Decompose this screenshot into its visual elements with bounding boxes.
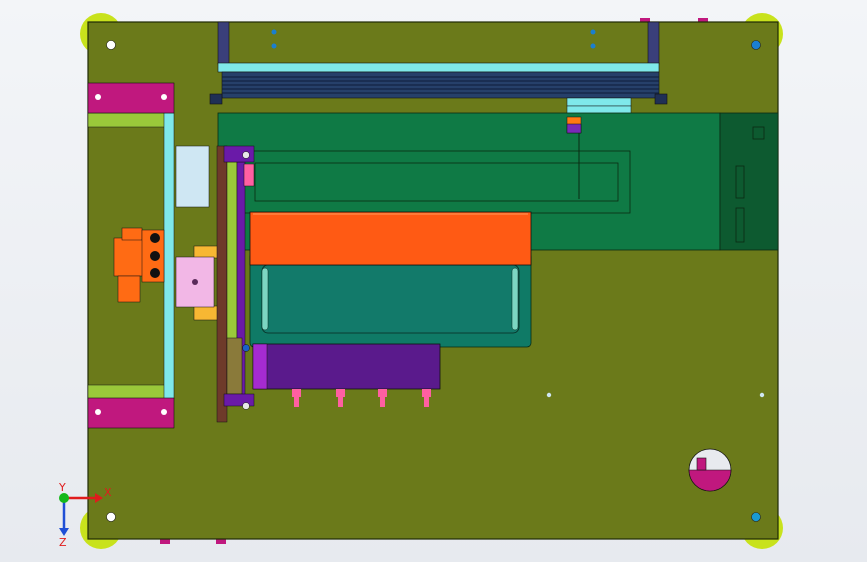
bracket-top bbox=[121, 227, 143, 241]
pin-1 bbox=[292, 389, 301, 397]
cad-3d-viewport[interactable]: X Y Z bbox=[0, 0, 867, 562]
clamp-bottom-hole-left bbox=[95, 409, 101, 415]
dark-green-block[interactable] bbox=[719, 112, 779, 251]
hole-small-1 bbox=[271, 29, 277, 35]
bottom-tab-2 bbox=[216, 539, 226, 544]
triad-z-arrow bbox=[59, 528, 69, 536]
orange-block[interactable] bbox=[249, 211, 532, 266]
triad-y-axis bbox=[59, 493, 69, 503]
clamp-top-hole-right bbox=[161, 94, 167, 100]
rail-tan-bar bbox=[226, 337, 243, 395]
light-blue-block[interactable] bbox=[175, 145, 210, 208]
rail-bottom-block bbox=[223, 393, 255, 407]
bracket-port-3 bbox=[150, 268, 160, 278]
bracket-foot bbox=[117, 275, 141, 303]
round-port[interactable] bbox=[688, 448, 732, 492]
slide-top-strip bbox=[87, 112, 169, 128]
rail-brown-bar bbox=[216, 145, 228, 423]
rail-knob-mid bbox=[242, 344, 250, 352]
purple-block[interactable] bbox=[252, 343, 441, 390]
hole-small-3 bbox=[590, 29, 596, 35]
rail-cyan-bar bbox=[217, 62, 660, 73]
rail-knob-top bbox=[242, 151, 250, 159]
teal-frame-inner bbox=[261, 264, 520, 334]
hole-small-5 bbox=[546, 392, 552, 398]
triad-z-label: Z bbox=[59, 536, 67, 549]
pin-3-stem bbox=[380, 397, 385, 407]
slide-rail-vertical bbox=[163, 112, 175, 400]
hole-small-4 bbox=[590, 43, 596, 49]
rail-post-right bbox=[647, 21, 660, 65]
bracket-body bbox=[113, 237, 145, 277]
rail-post-left bbox=[217, 21, 230, 65]
bracket-port-2 bbox=[150, 251, 160, 261]
rail-pink-stub-top bbox=[243, 163, 255, 187]
slide-bottom-strip bbox=[87, 384, 169, 400]
purple-block-accent bbox=[252, 343, 268, 390]
rail-end-block-left bbox=[209, 93, 223, 105]
pin-2 bbox=[336, 389, 345, 397]
hole-bottom-left bbox=[106, 512, 116, 522]
clamp-bottom-hole-right bbox=[161, 409, 167, 415]
hole-small-2 bbox=[271, 43, 277, 49]
teal-frame-slot-right bbox=[511, 267, 519, 331]
pin-4-stem bbox=[424, 397, 429, 407]
rail-knob-bottom bbox=[242, 402, 250, 410]
pin-3 bbox=[378, 389, 387, 397]
magenta-clamp-bottom[interactable] bbox=[87, 397, 175, 429]
pin-1-stem bbox=[294, 397, 299, 407]
small-purple-block bbox=[566, 123, 582, 134]
clamp-top-hole-left bbox=[95, 94, 101, 100]
hole-bottom-right bbox=[751, 512, 761, 522]
hole-small-6 bbox=[759, 392, 765, 398]
hole-top-right bbox=[751, 40, 761, 50]
bottom-tab-1 bbox=[160, 539, 170, 544]
round-port-key bbox=[696, 457, 707, 471]
bracket-port-1 bbox=[150, 233, 160, 243]
pin-4 bbox=[422, 389, 431, 397]
teal-frame-slot-left bbox=[261, 267, 269, 331]
triad-y-label: Y bbox=[58, 481, 66, 494]
pink-block-pin bbox=[192, 279, 198, 285]
rail-end-block-right bbox=[654, 93, 668, 105]
rail-cyan-riser-1 bbox=[566, 97, 632, 107]
pin-2-stem bbox=[338, 397, 343, 407]
magenta-clamp-top[interactable] bbox=[87, 82, 175, 114]
hole-top-left bbox=[106, 40, 116, 50]
triad-x-label: X bbox=[104, 486, 112, 499]
